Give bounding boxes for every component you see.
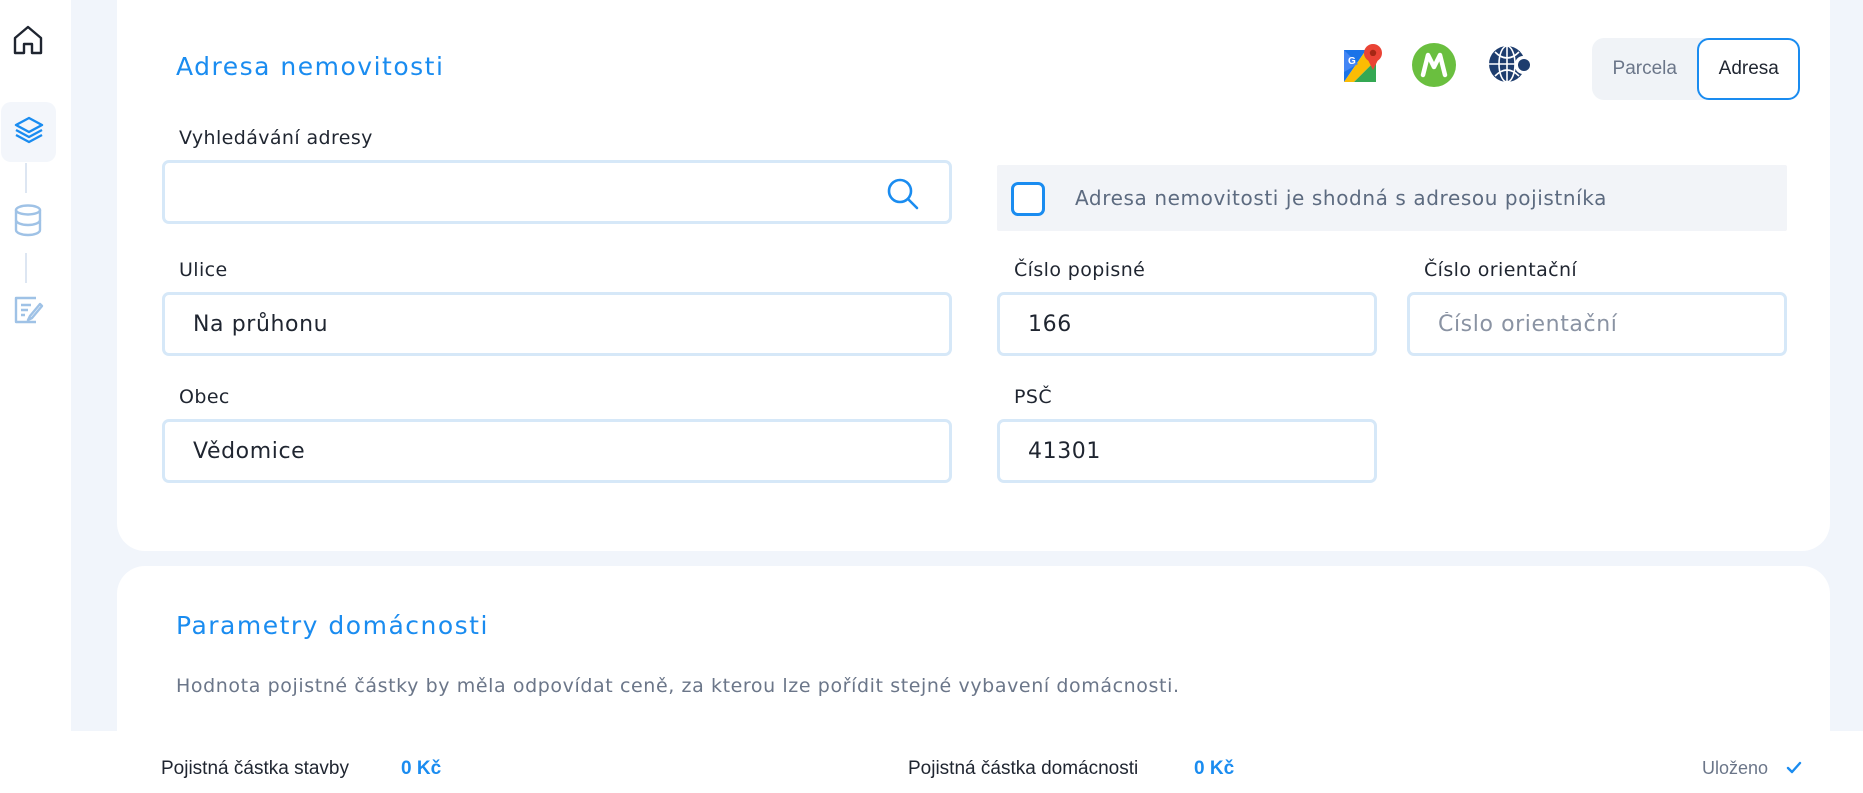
database-icon bbox=[13, 203, 43, 241]
sidebar-item-layers[interactable] bbox=[1, 102, 56, 162]
home-icon bbox=[11, 23, 45, 61]
house-number-label: Číslo popisné bbox=[1014, 259, 1146, 281]
summary-bar: Pojistná částka stavby 0 Kč Pojistná čás… bbox=[0, 731, 1863, 793]
section-title: Parametry domácnosti bbox=[176, 611, 489, 640]
building-sum-value: 0 Kč bbox=[401, 758, 442, 779]
check-icon bbox=[1786, 760, 1802, 779]
svg-text:G: G bbox=[1348, 56, 1356, 67]
sidebar-item-home[interactable] bbox=[0, 12, 55, 72]
orientation-number-input[interactable] bbox=[1407, 292, 1787, 356]
sidebar-connector bbox=[25, 163, 27, 193]
address-search-label: Vyhledávání adresy bbox=[179, 127, 373, 149]
google-maps-icon[interactable]: G bbox=[1340, 42, 1384, 86]
sidebar-item-edit[interactable] bbox=[0, 282, 55, 342]
same-address-row[interactable]: Adresa nemovitosti je shodná s adresou p… bbox=[997, 165, 1787, 231]
city-label: Obec bbox=[179, 386, 230, 408]
sidebar bbox=[0, 0, 71, 793]
edit-document-icon bbox=[12, 294, 44, 330]
household-sum-value: 0 Kč bbox=[1194, 758, 1235, 779]
search-icon[interactable] bbox=[886, 177, 920, 211]
address-search-input[interactable] bbox=[162, 160, 952, 224]
section-title: Adresa nemovitosti bbox=[176, 52, 445, 81]
building-sum-label: Pojistná částka stavby bbox=[161, 758, 349, 779]
sidebar-item-database[interactable] bbox=[0, 192, 55, 252]
household-sum-label: Pojistná částka domácnosti bbox=[908, 758, 1139, 779]
address-section: Adresa nemovitosti G Parcela Adresa Vyhl… bbox=[117, 0, 1830, 551]
house-number-input[interactable] bbox=[997, 292, 1377, 356]
same-address-label: Adresa nemovitosti je shodná s adresou p… bbox=[1075, 186, 1607, 210]
sidebar-connector bbox=[25, 253, 27, 283]
toggle-option-parcela[interactable]: Parcela bbox=[1592, 38, 1697, 100]
street-label: Ulice bbox=[179, 259, 228, 281]
saved-status: Uloženo bbox=[1702, 758, 1769, 778]
zip-label: PSČ bbox=[1014, 386, 1052, 408]
mapy-cz-icon[interactable] bbox=[1412, 43, 1456, 87]
street-input[interactable] bbox=[162, 292, 952, 356]
same-address-checkbox[interactable] bbox=[1011, 182, 1045, 216]
cuzk-globe-icon[interactable] bbox=[1487, 42, 1531, 86]
orientation-number-label: Číslo orientační bbox=[1424, 259, 1578, 281]
zip-input[interactable] bbox=[997, 419, 1377, 483]
toggle-option-adresa[interactable]: Adresa bbox=[1697, 38, 1800, 100]
household-hint: Hodnota pojistné částky by měla odpovída… bbox=[176, 675, 1180, 697]
address-mode-toggle: Parcela Adresa bbox=[1592, 38, 1800, 100]
layers-icon bbox=[13, 114, 45, 150]
city-input[interactable] bbox=[162, 419, 952, 483]
